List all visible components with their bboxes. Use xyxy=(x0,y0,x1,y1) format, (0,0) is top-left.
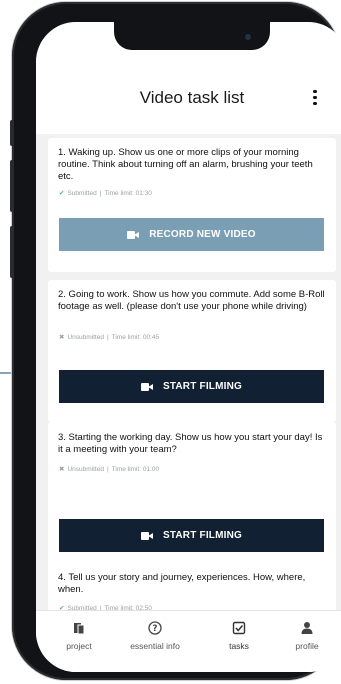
status-label: Unsubmitted xyxy=(67,333,104,341)
tab-label: essential info xyxy=(130,641,180,651)
start-filming-button[interactable]: START FILMING xyxy=(59,519,324,552)
volume-down-button xyxy=(10,226,14,278)
volume-up-button xyxy=(10,160,14,212)
video-camera-icon xyxy=(127,230,140,239)
task-description: 4. Tell us your story and journey, exper… xyxy=(58,572,306,595)
task-description: 1. Waking up. Show us one or more clips … xyxy=(58,147,313,182)
button-label: START FILMING xyxy=(162,381,243,392)
phone-screen: Video task list 1. Waking up. Show us on… xyxy=(36,22,341,672)
check-icon: ✔ xyxy=(59,190,65,197)
notch xyxy=(114,22,270,50)
task-card-1: 1. Waking up. Show us one or more clips … xyxy=(48,138,336,272)
task-status-row: ✔ Submitted | Time limit: 01:30 xyxy=(59,189,152,198)
status-separator: | xyxy=(99,189,102,197)
task-status-row: ✖ Unsubmitted | Time limit: 01:00 xyxy=(59,465,160,474)
task-card-3: 3. Starting the working day. Show us how… xyxy=(48,422,336,570)
close-icon: ✖ xyxy=(59,466,65,473)
time-limit: Time limit: 01:00 xyxy=(111,465,160,473)
status-label: Submitted xyxy=(67,189,97,197)
status-label: Unsubmitted xyxy=(67,465,104,473)
video-camera-icon xyxy=(140,382,153,391)
tasks-icon xyxy=(232,621,246,635)
task-description: 2. Going to work. Show us how you commut… xyxy=(58,289,325,312)
task-status-row: ✖ Unsubmitted | Time limit: 00:45 xyxy=(59,333,160,342)
close-icon: ✖ xyxy=(59,334,65,341)
task-card-2: 2. Going to work. Show us how you commut… xyxy=(48,280,336,422)
status-separator: | xyxy=(106,465,109,473)
tab-label: project xyxy=(66,641,92,651)
profile-icon xyxy=(301,622,313,634)
tab-tasks[interactable]: tasks xyxy=(204,621,274,651)
record-new-video-button[interactable]: RECORD NEW VIDEO xyxy=(59,218,324,251)
camera-icon xyxy=(245,34,251,40)
tab-label: tasks xyxy=(229,641,249,651)
start-filming-button[interactable]: START FILMING xyxy=(59,370,324,403)
status-separator: | xyxy=(106,333,109,341)
tab-essential-info[interactable]: ? essential info xyxy=(120,621,190,651)
video-camera-icon xyxy=(140,531,153,540)
time-limit: Time limit: 00:45 xyxy=(111,333,160,341)
page-title: Video task list xyxy=(139,88,245,107)
question-icon: ? xyxy=(148,621,162,635)
svg-text:?: ? xyxy=(153,624,158,634)
button-label: RECORD NEW VIDEO xyxy=(149,229,256,240)
time-limit: Time limit: 01:30 xyxy=(104,189,152,197)
tab-profile[interactable]: profile xyxy=(272,621,341,651)
project-icon xyxy=(74,623,85,635)
button-label: START FILMING xyxy=(162,530,243,541)
phone-frame: Video task list 1. Waking up. Show us on… xyxy=(10,2,341,680)
bottom-tab-bar: project ? essential info tasks profile xyxy=(36,610,341,672)
tab-label: profile xyxy=(295,641,319,651)
tab-project[interactable]: project xyxy=(44,621,114,651)
more-options-icon[interactable] xyxy=(312,90,318,106)
task-description: 3. Starting the working day. Show us how… xyxy=(58,432,323,455)
mute-switch xyxy=(10,120,14,146)
